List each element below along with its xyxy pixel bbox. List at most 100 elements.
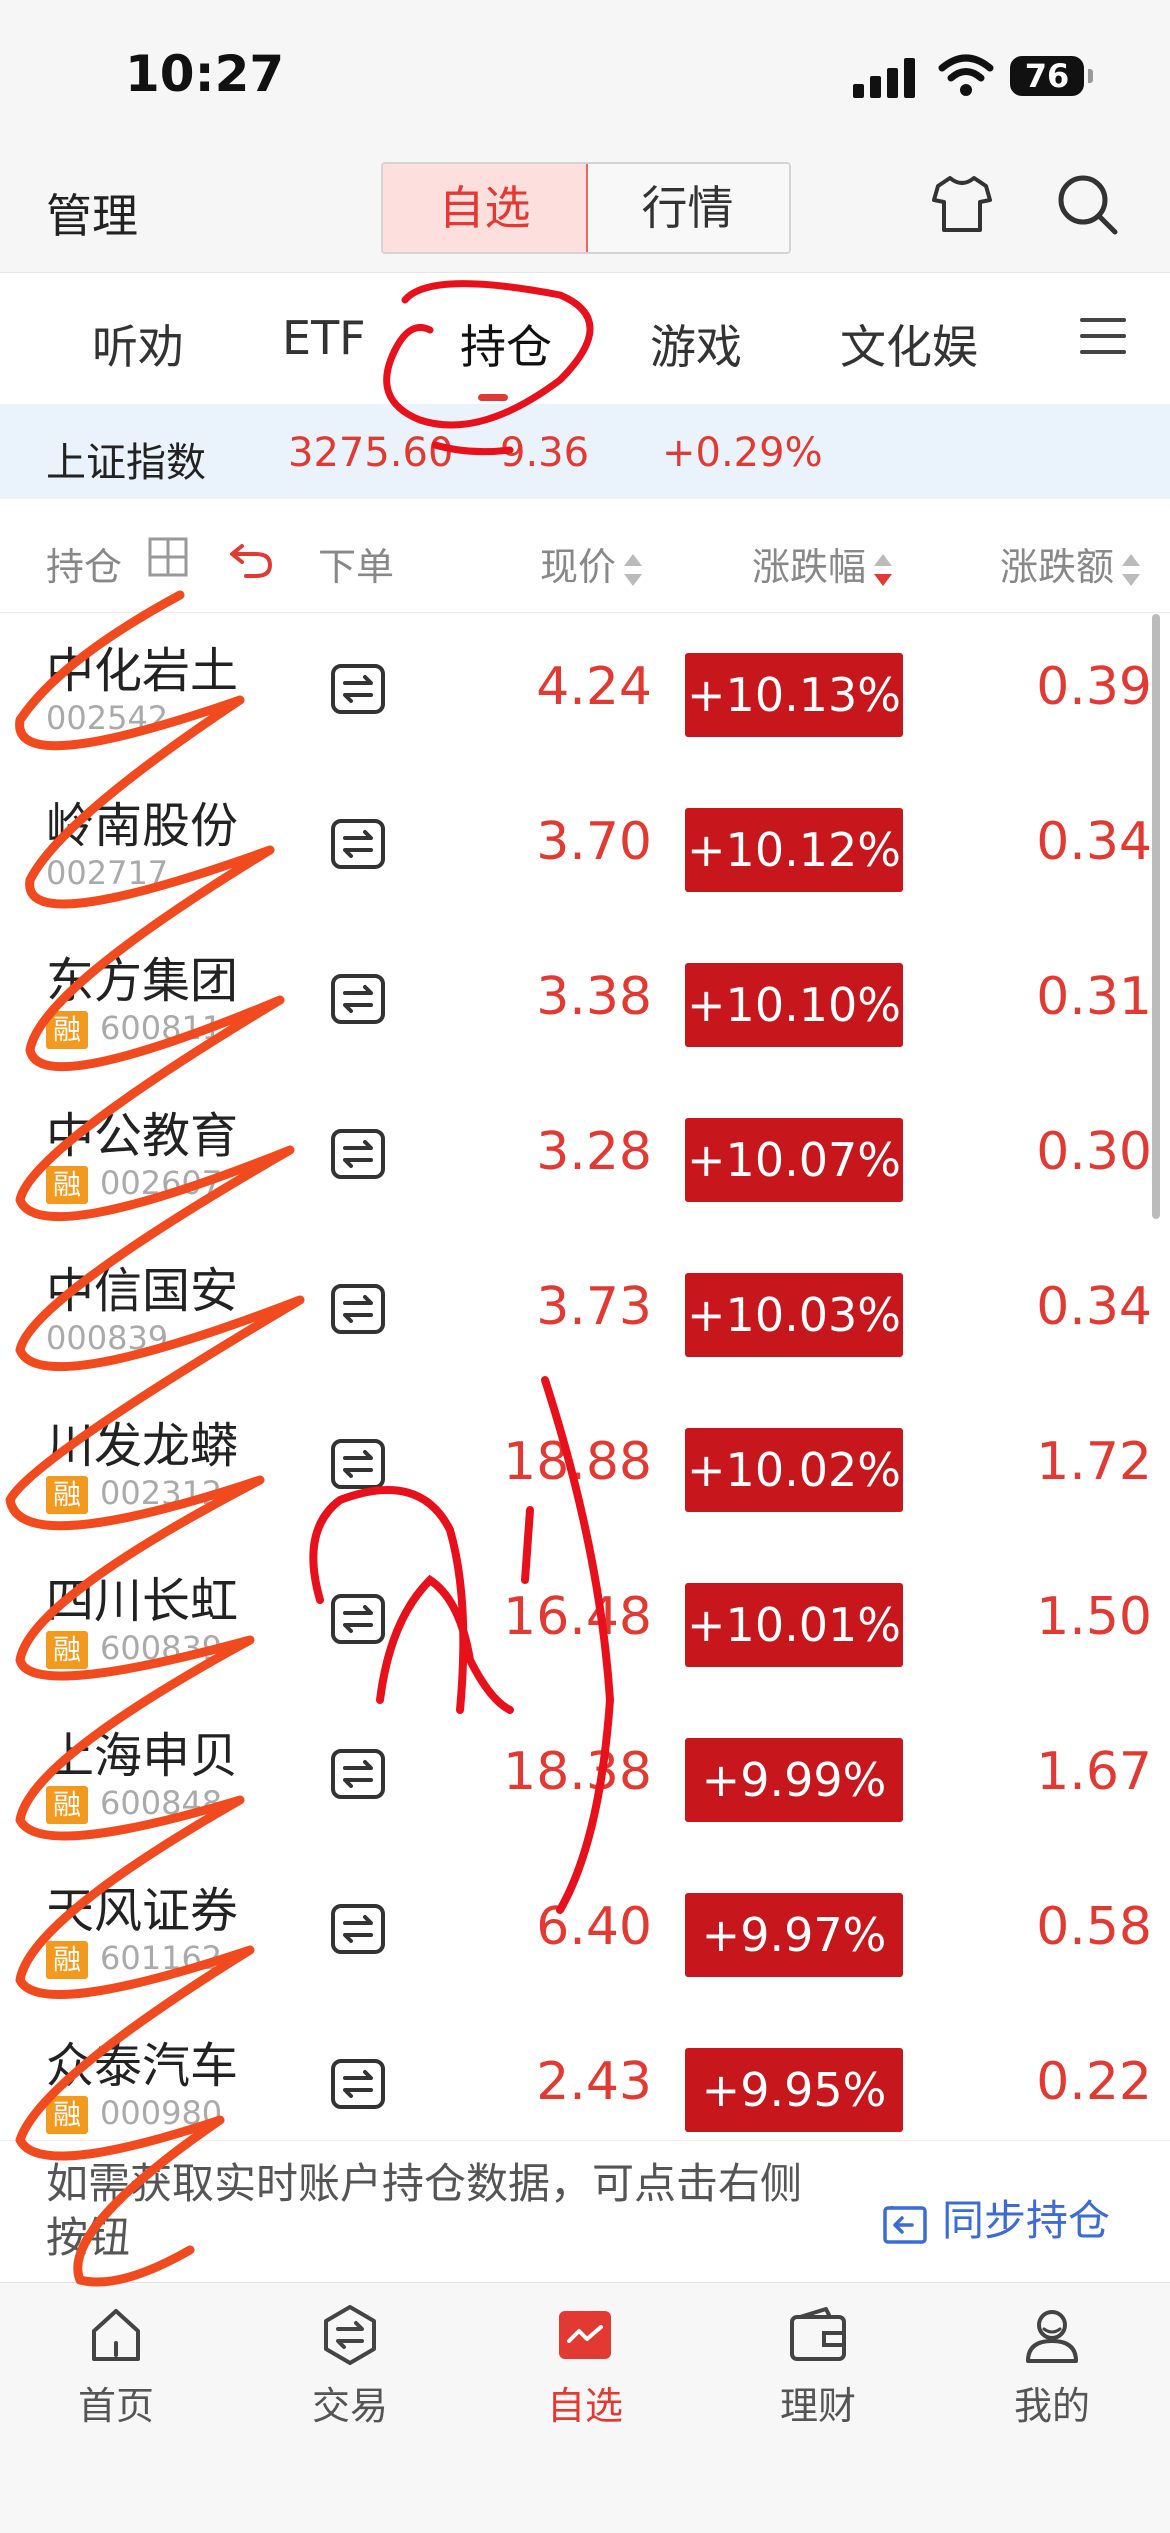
tabbar-profile-label: 我的 [1013,2384,1090,2428]
order-icon[interactable] [330,663,386,715]
stock-change-amount: 0.39 [1036,657,1152,717]
tab-games[interactable]: 游戏 [650,311,742,377]
order-icon[interactable] [330,973,386,1025]
table-row[interactable]: 岭南股份 002717 3.70 +10.12% 0.34 [0,768,1170,924]
segment-market[interactable]: 行情 [586,164,789,252]
segment-watchlist[interactable]: 自选 [383,164,588,252]
order-icon[interactable] [330,2058,386,2110]
stock-code-value: 600811 [100,1009,223,1047]
tab-listen[interactable]: 听劝 [92,311,184,377]
order-icon[interactable] [330,1128,386,1180]
col-price-label: 现价 [540,545,617,589]
stock-code-value: 000839 [46,1319,169,1357]
order-icon[interactable] [330,1903,386,1955]
tabbar-watchlist[interactable]: 自选 [515,2303,655,2430]
stock-change-amount: 0.22 [1036,2052,1152,2112]
sync-notice: 如需获取实时账户持仓数据，可点击右侧按钮 同步持仓 [0,2140,1170,2281]
status-time: 10:27 [125,45,285,103]
sync-holdings-button[interactable]: 同步持仓 [882,2187,1110,2248]
table-row[interactable]: 天风证券融 601162 6.40 +9.97% 0.58 [0,1853,1170,2009]
index-change: 9.36 [500,430,590,476]
stock-change-amount: 1.50 [1036,1587,1152,1647]
stock-code-value: 601162 [100,1939,223,1977]
stock-pct-badge: +10.12% [685,808,903,892]
tab-holdings[interactable]: 持仓 [460,311,552,377]
stock-code-value: 600848 [100,1784,223,1822]
stock-name: 川发龙蟒 [46,1418,239,1474]
col-order: 下单 [318,545,395,589]
stock-price: 3.70 [536,812,652,872]
tabbar-profile[interactable]: 我的 [982,2303,1122,2430]
stock-change-amount: 0.34 [1036,1277,1152,1337]
table-row[interactable]: 上海申贝融 600848 18.38 +9.99% 1.67 [0,1698,1170,1854]
bottom-tabbar: 首页 交易 自选 理财 我的 [0,2282,1170,2533]
stock-price: 18.38 [503,1742,652,1802]
stock-change-amount: 0.31 [1036,967,1152,1027]
home-icon [92,2309,140,2361]
index-ticker[interactable]: 上证指数 3275.60 9.36 +0.29% [0,404,1170,499]
index-value: 3275.60 [288,430,454,476]
order-icon[interactable] [330,1283,386,1335]
stock-change-amount: 1.67 [1036,1742,1152,1802]
search-icon[interactable] [1053,170,1121,238]
stock-code: 融 600839 [46,1629,222,1669]
stock-price: 6.40 [536,1897,652,1957]
signal-icon [853,58,915,98]
manage-button[interactable]: 管理 [46,180,138,246]
stock-name: 众泰汽车 [46,2038,239,2094]
tabbar-home[interactable]: 首页 [46,2303,186,2430]
margin-badge: 融 [46,1941,88,1979]
table-row[interactable]: 中信国安 000839 3.73 +10.03% 0.34 [0,1233,1170,1389]
stock-price: 2.43 [536,2052,652,2112]
table-row[interactable]: 川发龙蟒融 002312 18.88 +10.02% 1.72 [0,1388,1170,1544]
table-row[interactable]: 中公教育融 002607 3.28 +10.07% 0.30 [0,1078,1170,1234]
col-price[interactable]: 现价 [540,536,643,591]
index-percent: +0.29% [662,430,823,476]
order-icon[interactable] [330,818,386,870]
order-icon[interactable] [330,1748,386,1800]
status-bar: 10:27 76 [0,0,1170,150]
tabbar-trade-label: 交易 [311,2384,388,2428]
undo-icon[interactable] [228,536,274,578]
stock-pct-badge: +10.10% [685,963,903,1047]
tabbar-watchlist-label: 自选 [546,2384,623,2428]
stock-price: 3.38 [536,967,652,1027]
tabbar-trade[interactable]: 交易 [280,2303,420,2430]
tab-etf[interactable]: ETF [282,311,366,365]
column-header: 持仓 下单 现价 涨跌幅 涨跌额 [0,500,1170,613]
stock-code-value: 002542 [46,699,169,737]
order-icon[interactable] [330,1593,386,1645]
stock-pct-badge: +9.95% [685,2048,903,2132]
tab-active-indicator [478,394,508,401]
scrollbar[interactable] [1152,614,1160,1219]
col-holdings: 持仓 [46,545,123,589]
col-amount[interactable]: 涨跌额 [1000,536,1141,591]
stock-pct-badge: +10.02% [685,1428,903,1512]
wifi-icon [938,54,994,96]
tabbar-wealth-label: 理财 [779,2384,856,2428]
category-tabs: 听劝 ETF 持仓 游戏 文化娱 [0,273,1170,403]
stock-name: 中化岩土 [46,643,239,699]
shirt-icon[interactable] [930,172,994,236]
grid-icon[interactable] [147,536,189,578]
stock-name: 中信国安 [46,1263,239,1319]
wallet-icon [790,2307,846,2361]
table-row[interactable]: 东方集团融 600811 3.38 +10.10% 0.31 [0,923,1170,1079]
margin-badge: 融 [46,1166,88,1204]
sync-label: 同步持仓 [942,2196,1111,2245]
tab-culture[interactable]: 文化娱 [840,311,990,377]
battery-icon: 76 [1010,56,1093,96]
stock-code: 融 600848 [46,1784,222,1824]
table-row[interactable]: 中化岩土 002542 4.24 +10.13% 0.39 [0,613,1170,769]
menu-icon[interactable] [1080,318,1126,358]
stock-code-value: 600839 [100,1629,223,1667]
sync-icon [883,2205,927,2244]
order-icon[interactable] [330,1438,386,1490]
stock-change-amount: 0.34 [1036,812,1152,872]
margin-badge: 融 [46,2096,88,2134]
tabbar-wealth[interactable]: 理财 [748,2303,888,2430]
stock-name: 四川长虹 [46,1573,239,1629]
stock-code: 融 600811 [46,1009,222,1049]
col-pct[interactable]: 涨跌幅 [752,536,893,591]
table-row[interactable]: 四川长虹融 600839 16.48 +10.01% 1.50 [0,1543,1170,1699]
